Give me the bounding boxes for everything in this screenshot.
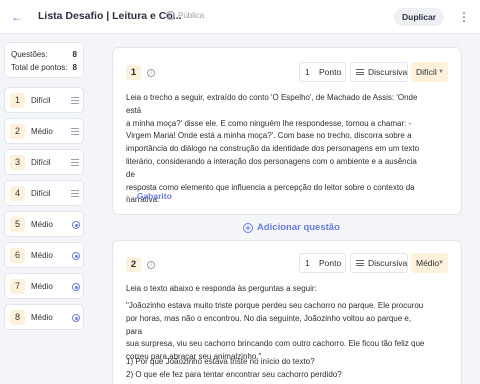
text-lines-icon bbox=[356, 260, 364, 266]
sidebar-question-5[interactable]: 5 Médio bbox=[4, 211, 84, 237]
questions-count-label: Questões: bbox=[11, 50, 48, 59]
globe-icon bbox=[166, 11, 175, 20]
question-number: 5 bbox=[10, 217, 25, 232]
question-editor: 1 i 1 Ponto Discursiva Difícil ▼ Leia o … bbox=[95, 34, 480, 384]
points-field[interactable]: 1 Ponto bbox=[299, 62, 346, 82]
difficulty-select[interactable]: Difícil ▼ bbox=[411, 62, 448, 82]
question-level: Difícil bbox=[31, 158, 51, 167]
total-points-value: 8 bbox=[72, 63, 77, 72]
points-label: Ponto bbox=[319, 67, 342, 77]
question-level: Difícil bbox=[31, 96, 51, 105]
question-number-badge: 1 bbox=[126, 65, 141, 80]
sidebar-question-1[interactable]: 1 Difícil bbox=[4, 87, 84, 113]
points-field[interactable]: 1 Ponto bbox=[299, 253, 346, 273]
question-statement: Leia o trecho a seguir, extraído do cont… bbox=[126, 92, 426, 207]
radio-icon bbox=[72, 283, 80, 291]
difficulty-label: Difícil bbox=[416, 67, 437, 77]
question-intro: Leia o texto abaixo e responda às pergun… bbox=[126, 284, 317, 293]
statement-line: literário, considerando a interação dos … bbox=[126, 156, 417, 179]
text-lines-icon bbox=[71, 159, 79, 166]
question-number-badge: 2 bbox=[126, 257, 141, 272]
info-icon[interactable]: i bbox=[147, 69, 155, 77]
question-level: Difícil bbox=[31, 189, 51, 198]
summary-box: Questões: 8 Total de pontos: 8 bbox=[4, 42, 84, 78]
difficulty-select[interactable]: Médio ▼ bbox=[411, 253, 448, 273]
plus-circle-icon: + bbox=[243, 222, 253, 233]
chevron-down-icon: ▼ bbox=[438, 69, 444, 75]
radio-icon bbox=[72, 252, 80, 260]
statement-line: a minha moça?' disse ele. E como ninguém… bbox=[126, 118, 412, 128]
question-number: 2 bbox=[10, 124, 25, 139]
points-value: 1 bbox=[305, 258, 310, 268]
sidebar-question-8[interactable]: 8 Médio bbox=[4, 304, 84, 330]
total-points-label: Total de pontos: bbox=[11, 63, 68, 72]
chevron-down-icon: ▼ bbox=[438, 260, 444, 266]
question-number: 7 bbox=[10, 279, 25, 294]
question-type-select[interactable]: Discursiva bbox=[350, 253, 408, 273]
passage-line: sua surpresa, viu seu cachorro brincando… bbox=[126, 339, 425, 349]
question-passage: "Joãozinho estava muito triste porque pe… bbox=[126, 300, 426, 364]
chevron-right-icon: › bbox=[126, 191, 129, 201]
statement-line: importância do diálogo na construção da … bbox=[126, 144, 420, 154]
question-type-label: Discursiva bbox=[368, 258, 408, 268]
sub-question: 2) O que ele fez para tentar encontrar s… bbox=[126, 369, 342, 379]
back-button[interactable]: ← bbox=[9, 9, 25, 25]
question-card-1: 1 i 1 Ponto Discursiva Difícil ▼ Leia o … bbox=[112, 47, 462, 215]
question-number: 8 bbox=[10, 310, 25, 325]
arrow-left-icon: ← bbox=[11, 10, 23, 24]
sidebar: Questões: 8 Total de pontos: 8 1 Difícil 2… bbox=[4, 42, 84, 330]
sidebar-question-3[interactable]: 3 Difícil bbox=[4, 149, 84, 175]
text-lines-icon bbox=[356, 69, 364, 75]
page-title: Lista Desafio | Leitura e Co... bbox=[38, 10, 182, 22]
visibility-indicator: Pública bbox=[166, 11, 204, 20]
answer-key-toggle[interactable]: › Gabarito bbox=[126, 191, 172, 201]
sub-question: 1) Por que Joãozinho estava triste no in… bbox=[126, 357, 315, 366]
question-level: Médio bbox=[31, 127, 53, 136]
answer-key-label: Gabarito bbox=[136, 191, 172, 201]
sidebar-question-2[interactable]: 2 Médio bbox=[4, 118, 84, 144]
radio-icon bbox=[72, 314, 80, 322]
top-bar: ← Lista Desafio | Leitura e Co... Públic… bbox=[0, 0, 480, 34]
add-question-label: Adicionar questão bbox=[257, 222, 340, 233]
passage-line: "Joãozinho estava muito triste porque pe… bbox=[126, 301, 424, 310]
text-lines-icon bbox=[71, 190, 79, 197]
duplicate-button[interactable]: Duplicar bbox=[394, 8, 444, 26]
visibility-label: Pública bbox=[178, 11, 205, 20]
sidebar-question-6[interactable]: 6 Médio bbox=[4, 242, 84, 268]
question-card-2: 2 i 1 Ponto Discursiva Médio ▼ Leia o te… bbox=[112, 240, 462, 384]
questions-count-value: 8 bbox=[72, 50, 77, 59]
add-question-button[interactable]: + Adicionar questão bbox=[243, 222, 340, 233]
points-label: Ponto bbox=[319, 258, 342, 268]
question-number: 3 bbox=[10, 155, 25, 170]
statement-line: Leia o trecho a seguir, extraído do cont… bbox=[126, 93, 418, 115]
question-type-select[interactable]: Discursiva bbox=[350, 62, 408, 82]
statement-line: Virgem Maria! Onde está a minha moça?'. … bbox=[126, 131, 412, 141]
question-number: 6 bbox=[10, 248, 25, 263]
sub-questions: 1) Por que Joãozinho estava triste no in… bbox=[126, 356, 426, 382]
question-level: Médio bbox=[31, 282, 53, 291]
question-level: Médio bbox=[31, 220, 53, 229]
text-lines-icon bbox=[71, 128, 79, 135]
question-level: Médio bbox=[31, 313, 53, 322]
question-type-label: Discursiva bbox=[368, 67, 408, 77]
question-level: Médio bbox=[31, 251, 53, 260]
text-lines-icon bbox=[71, 97, 79, 104]
passage-line: por horas, mas não o encontrou. No dia s… bbox=[126, 313, 412, 336]
difficulty-label: Médio bbox=[416, 258, 440, 268]
question-number: 4 bbox=[10, 186, 25, 201]
info-icon[interactable]: i bbox=[147, 261, 155, 269]
points-value: 1 bbox=[305, 67, 310, 77]
kebab-menu-icon[interactable]: ⋮ bbox=[458, 9, 470, 25]
radio-icon bbox=[72, 221, 80, 229]
sidebar-question-7[interactable]: 7 Médio bbox=[4, 273, 84, 299]
question-number: 1 bbox=[10, 93, 25, 108]
sidebar-question-4[interactable]: 4 Difícil bbox=[4, 180, 84, 206]
